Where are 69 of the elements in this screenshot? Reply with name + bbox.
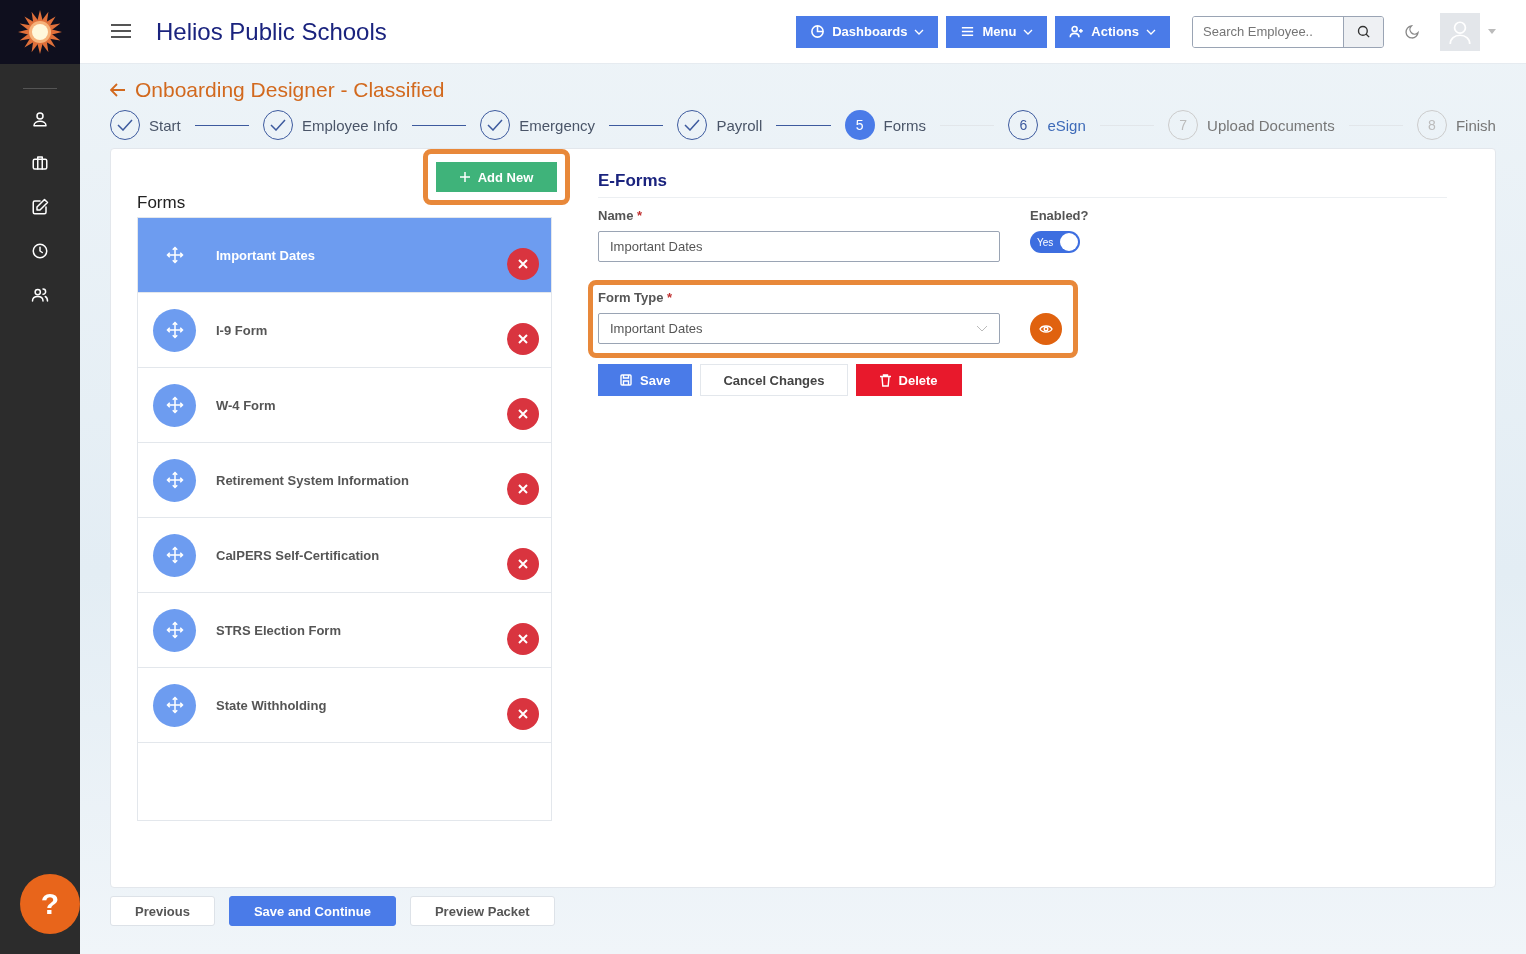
check-icon (117, 119, 133, 131)
search-icon[interactable] (1343, 16, 1383, 47)
section-title: E-Forms (598, 171, 1447, 198)
step-circle[interactable]: 5 (844, 110, 875, 140)
step-label[interactable]: Forms (883, 116, 927, 134)
save-icon (620, 374, 632, 386)
nav-dropdown-button[interactable]: Dashboards (796, 15, 939, 48)
secondary-footer-button[interactable]: Preview Packet (409, 896, 555, 926)
chevron-down-icon (976, 325, 988, 332)
form-list-item[interactable]: I-9 Form (138, 293, 551, 368)
primary-action-button[interactable]: Save (598, 364, 693, 396)
drag-handle-icon[interactable] (153, 458, 196, 502)
form-list-item[interactable]: W-4 Form (138, 368, 551, 443)
form-type-dropdown[interactable]: Important Dates (598, 313, 1000, 344)
step-label[interactable]: Payroll (716, 116, 763, 134)
trash-icon (879, 373, 891, 387)
drag-handle-icon[interactable] (153, 308, 196, 352)
drag-handle-icon[interactable] (153, 683, 196, 727)
sun-logo-icon (18, 10, 62, 54)
secondary-footer-button[interactable]: Previous (110, 896, 215, 926)
remove-icon[interactable] (507, 248, 539, 280)
step-label[interactable]: Start (149, 116, 181, 134)
remove-icon[interactable] (507, 548, 539, 580)
check-icon (270, 119, 286, 131)
drag-handle-icon[interactable] (153, 533, 196, 577)
form-list-item[interactable]: Retirement System Information (138, 443, 551, 518)
step-label[interactable]: Upload Documents (1207, 116, 1335, 134)
danger-action-button[interactable]: Delete (855, 364, 962, 396)
drag-handle-icon[interactable] (153, 608, 196, 652)
secondary-action-button[interactable]: Cancel Changes (700, 364, 848, 396)
back-arrow-icon[interactable] (110, 83, 126, 97)
drag-handle-icon[interactable] (153, 383, 196, 427)
pie-chart-icon (810, 24, 826, 39)
chevron-down-icon (914, 28, 925, 35)
chevron-down-icon (1023, 28, 1034, 35)
remove-icon[interactable] (507, 698, 539, 730)
remove-icon[interactable] (507, 473, 539, 505)
menu-icon[interactable] (110, 22, 132, 41)
check-icon (684, 119, 701, 131)
moon-icon[interactable] (1404, 23, 1420, 40)
add-user-icon (1069, 24, 1085, 39)
form-list-item[interactable]: CalPERS Self-Certification (138, 518, 551, 593)
forms-heading: Forms (137, 193, 187, 213)
preview-eye-icon[interactable] (1030, 313, 1062, 345)
remove-icon[interactable] (507, 323, 539, 355)
check-icon (487, 119, 504, 131)
menu-icon (960, 24, 976, 39)
page-title: Onboarding Designer - Classified (135, 78, 445, 102)
chevron-down-icon (1146, 28, 1156, 35)
form-list-item[interactable]: State Withholding (138, 668, 551, 743)
step-label[interactable]: Finish (1455, 116, 1496, 134)
step-label[interactable]: Employee Info (302, 116, 398, 134)
primary-footer-button[interactable]: Save and Continue (228, 896, 396, 926)
enabled-toggle[interactable]: Yes (1030, 231, 1080, 253)
step-label[interactable]: Emergency (519, 116, 596, 134)
field-label: Enabled? (1030, 208, 1089, 223)
search-field[interactable]: Search Employee.. (1192, 15, 1384, 48)
user-silhouette-icon (1447, 18, 1473, 45)
app-title: Helios Public Schools (156, 17, 387, 46)
name-input-field[interactable]: Important Dates (598, 231, 1000, 262)
remove-icon[interactable] (507, 398, 539, 430)
nav-dropdown-button[interactable]: Menu (946, 15, 1048, 48)
field-label: Form Type * (598, 290, 674, 305)
plus-icon (459, 172, 470, 182)
field-label: Name * (598, 208, 644, 223)
form-list-item[interactable]: STRS Election Form (138, 593, 551, 668)
step-label[interactable]: eSign (1047, 116, 1086, 134)
nav-dropdown-button[interactable]: Actions (1055, 15, 1170, 48)
remove-icon[interactable] (507, 623, 539, 655)
